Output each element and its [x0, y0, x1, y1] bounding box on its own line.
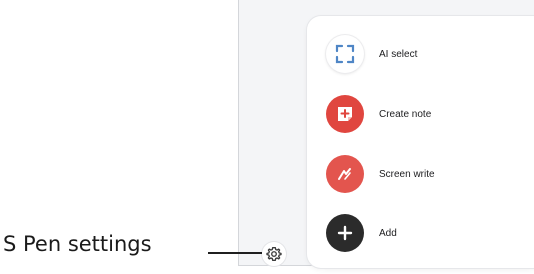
menu-item-label: AI select: [379, 48, 418, 60]
canvas: AI select Create note Screen write Add S…: [0, 0, 534, 274]
s-pen-settings-callout: S Pen settings: [3, 232, 152, 256]
s-pen-settings-button[interactable]: [262, 242, 286, 266]
menu-item-label: Create note: [379, 108, 432, 120]
menu-item-label: Screen write: [379, 168, 435, 180]
menu-item-ai-select[interactable]: AI select: [326, 35, 417, 73]
menu-item-screen-write[interactable]: Screen write: [326, 155, 435, 193]
screen-write-icon: [326, 155, 364, 193]
ai-select-icon: [326, 35, 364, 73]
add-icon: [326, 214, 364, 252]
callout-leader-line: [208, 252, 262, 254]
menu-item-create-note[interactable]: Create note: [326, 95, 431, 133]
create-note-icon: [326, 95, 364, 133]
gear-icon: [266, 246, 282, 262]
menu-item-label: Add: [379, 227, 397, 239]
menu-item-add[interactable]: Add: [326, 214, 397, 252]
